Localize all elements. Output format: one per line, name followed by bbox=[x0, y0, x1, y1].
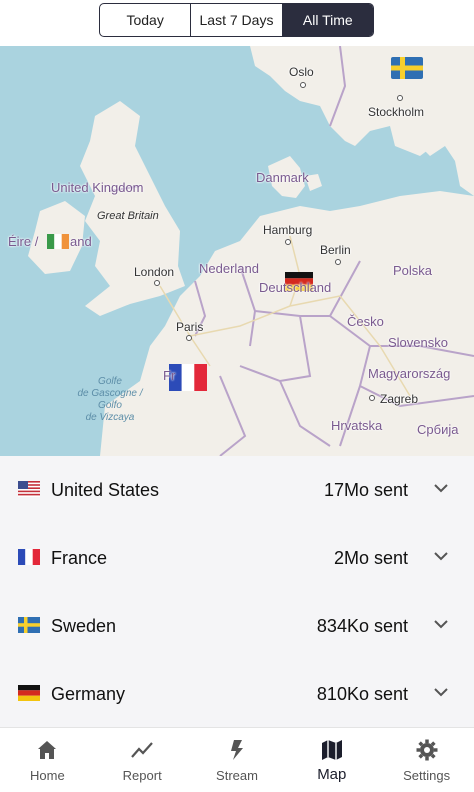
tab-label: Settings bbox=[403, 768, 451, 783]
sea-label-line: Golfo bbox=[98, 400, 122, 411]
country-name: France bbox=[51, 547, 108, 568]
data-sent: 810Ko sent bbox=[316, 683, 408, 704]
list-item[interactable]: United States 17Mo sent bbox=[0, 456, 474, 524]
bottom-tab-bar: Home Report Stream Map Settings bbox=[0, 727, 474, 792]
country-label-ireland-prefix: Éire / bbox=[8, 234, 39, 249]
sea-label-line: Golfe bbox=[98, 376, 122, 387]
home-icon bbox=[38, 741, 57, 759]
segment-last-7-days[interactable]: Last 7 Days bbox=[191, 4, 283, 36]
country-label-hrvatska: Hrvatska bbox=[331, 418, 383, 433]
time-range-segmented-control: Today Last 7 Days All Time bbox=[99, 3, 374, 37]
sea-label-bay-of-biscay: Golfe de Gascogne / Golfo de Vizcaya bbox=[70, 376, 150, 424]
city-dot bbox=[300, 82, 306, 88]
city-dot bbox=[154, 280, 160, 286]
city-dot bbox=[369, 395, 375, 401]
country-name: Sweden bbox=[51, 615, 117, 636]
tab-label: Report bbox=[122, 768, 162, 783]
country-list: United States 17Mo sent France 2Mo sent … bbox=[0, 456, 474, 728]
country-label-france: Fr bbox=[163, 368, 176, 383]
gear-icon bbox=[416, 739, 438, 761]
data-sent: 834Ko sent bbox=[316, 615, 408, 636]
sea-label-line: de Gascogne / bbox=[77, 388, 143, 399]
city-stockholm: Stockholm bbox=[368, 105, 425, 119]
tab-settings[interactable]: Settings bbox=[379, 728, 474, 792]
country-label-nederland: Nederland bbox=[199, 261, 259, 276]
country-name: Germany bbox=[51, 683, 126, 704]
time-range-bar: Today Last 7 Days All Time bbox=[0, 0, 474, 46]
data-sent: 17Mo sent bbox=[323, 479, 408, 500]
tab-label: Home bbox=[30, 768, 65, 783]
de-flag-icon bbox=[18, 685, 40, 701]
country-label-magyarorszag: Magyarország bbox=[368, 366, 451, 381]
city-dot bbox=[285, 239, 291, 245]
city-berlin: Berlin bbox=[320, 243, 351, 257]
city-dot bbox=[397, 95, 403, 101]
country-label-deutschland: Deutschland bbox=[259, 280, 332, 295]
tab-label: Map bbox=[317, 766, 347, 783]
chevron-down-icon[interactable] bbox=[434, 484, 448, 493]
city-dot bbox=[335, 259, 341, 265]
segment-today[interactable]: Today bbox=[100, 4, 192, 36]
segment-all-time[interactable]: All Time bbox=[282, 4, 373, 36]
chevron-down-icon[interactable] bbox=[434, 552, 448, 561]
city-london: London bbox=[134, 265, 175, 279]
list-item[interactable]: France 2Mo sent bbox=[0, 524, 474, 592]
ireland-flag-marker-icon[interactable] bbox=[47, 234, 69, 249]
city-hamburg: Hamburg bbox=[263, 223, 313, 237]
city-zagreb: Zagreb bbox=[380, 392, 419, 406]
country-label-ireland-suffix: and bbox=[70, 234, 92, 249]
chevron-down-icon[interactable] bbox=[434, 688, 448, 697]
chart-icon bbox=[131, 742, 154, 758]
sweden-flag-marker-icon[interactable] bbox=[391, 57, 423, 79]
country-name: United States bbox=[51, 479, 160, 500]
country-label-cesko: Česko bbox=[347, 314, 384, 329]
tab-map[interactable]: Map bbox=[284, 728, 379, 792]
chevron-down-icon[interactable] bbox=[434, 620, 448, 629]
list-item[interactable]: Germany 810Ko sent bbox=[0, 660, 474, 728]
us-flag-icon bbox=[18, 481, 40, 497]
tab-stream[interactable]: Stream bbox=[190, 728, 285, 792]
tab-report[interactable]: Report bbox=[95, 728, 190, 792]
data-sent: 2Mo sent bbox=[333, 547, 408, 568]
country-label-srbija: Србија bbox=[417, 422, 459, 437]
bolt-icon bbox=[230, 740, 243, 760]
island-label-great-britain: Great Britain bbox=[97, 210, 159, 222]
map-view[interactable]: Oslo Stockholm London Paris Hamburg Berl… bbox=[0, 46, 474, 456]
country-label-polska: Polska bbox=[393, 263, 433, 278]
se-flag-icon bbox=[18, 617, 40, 633]
city-oslo: Oslo bbox=[289, 65, 314, 79]
country-label-uk: United Kingdom bbox=[51, 180, 144, 195]
city-dot bbox=[186, 335, 192, 341]
country-label-slovensko: Slovensko bbox=[388, 335, 448, 350]
list-item[interactable]: Sweden 834Ko sent bbox=[0, 592, 474, 660]
city-paris: Paris bbox=[176, 320, 204, 334]
map-icon bbox=[321, 740, 342, 760]
country-label-danmark: Danmark bbox=[256, 170, 309, 185]
fr-flag-icon bbox=[18, 549, 40, 565]
tab-label: Stream bbox=[216, 768, 258, 783]
sea-label-line: de Vizcaya bbox=[85, 412, 135, 423]
tab-home[interactable]: Home bbox=[0, 728, 95, 792]
